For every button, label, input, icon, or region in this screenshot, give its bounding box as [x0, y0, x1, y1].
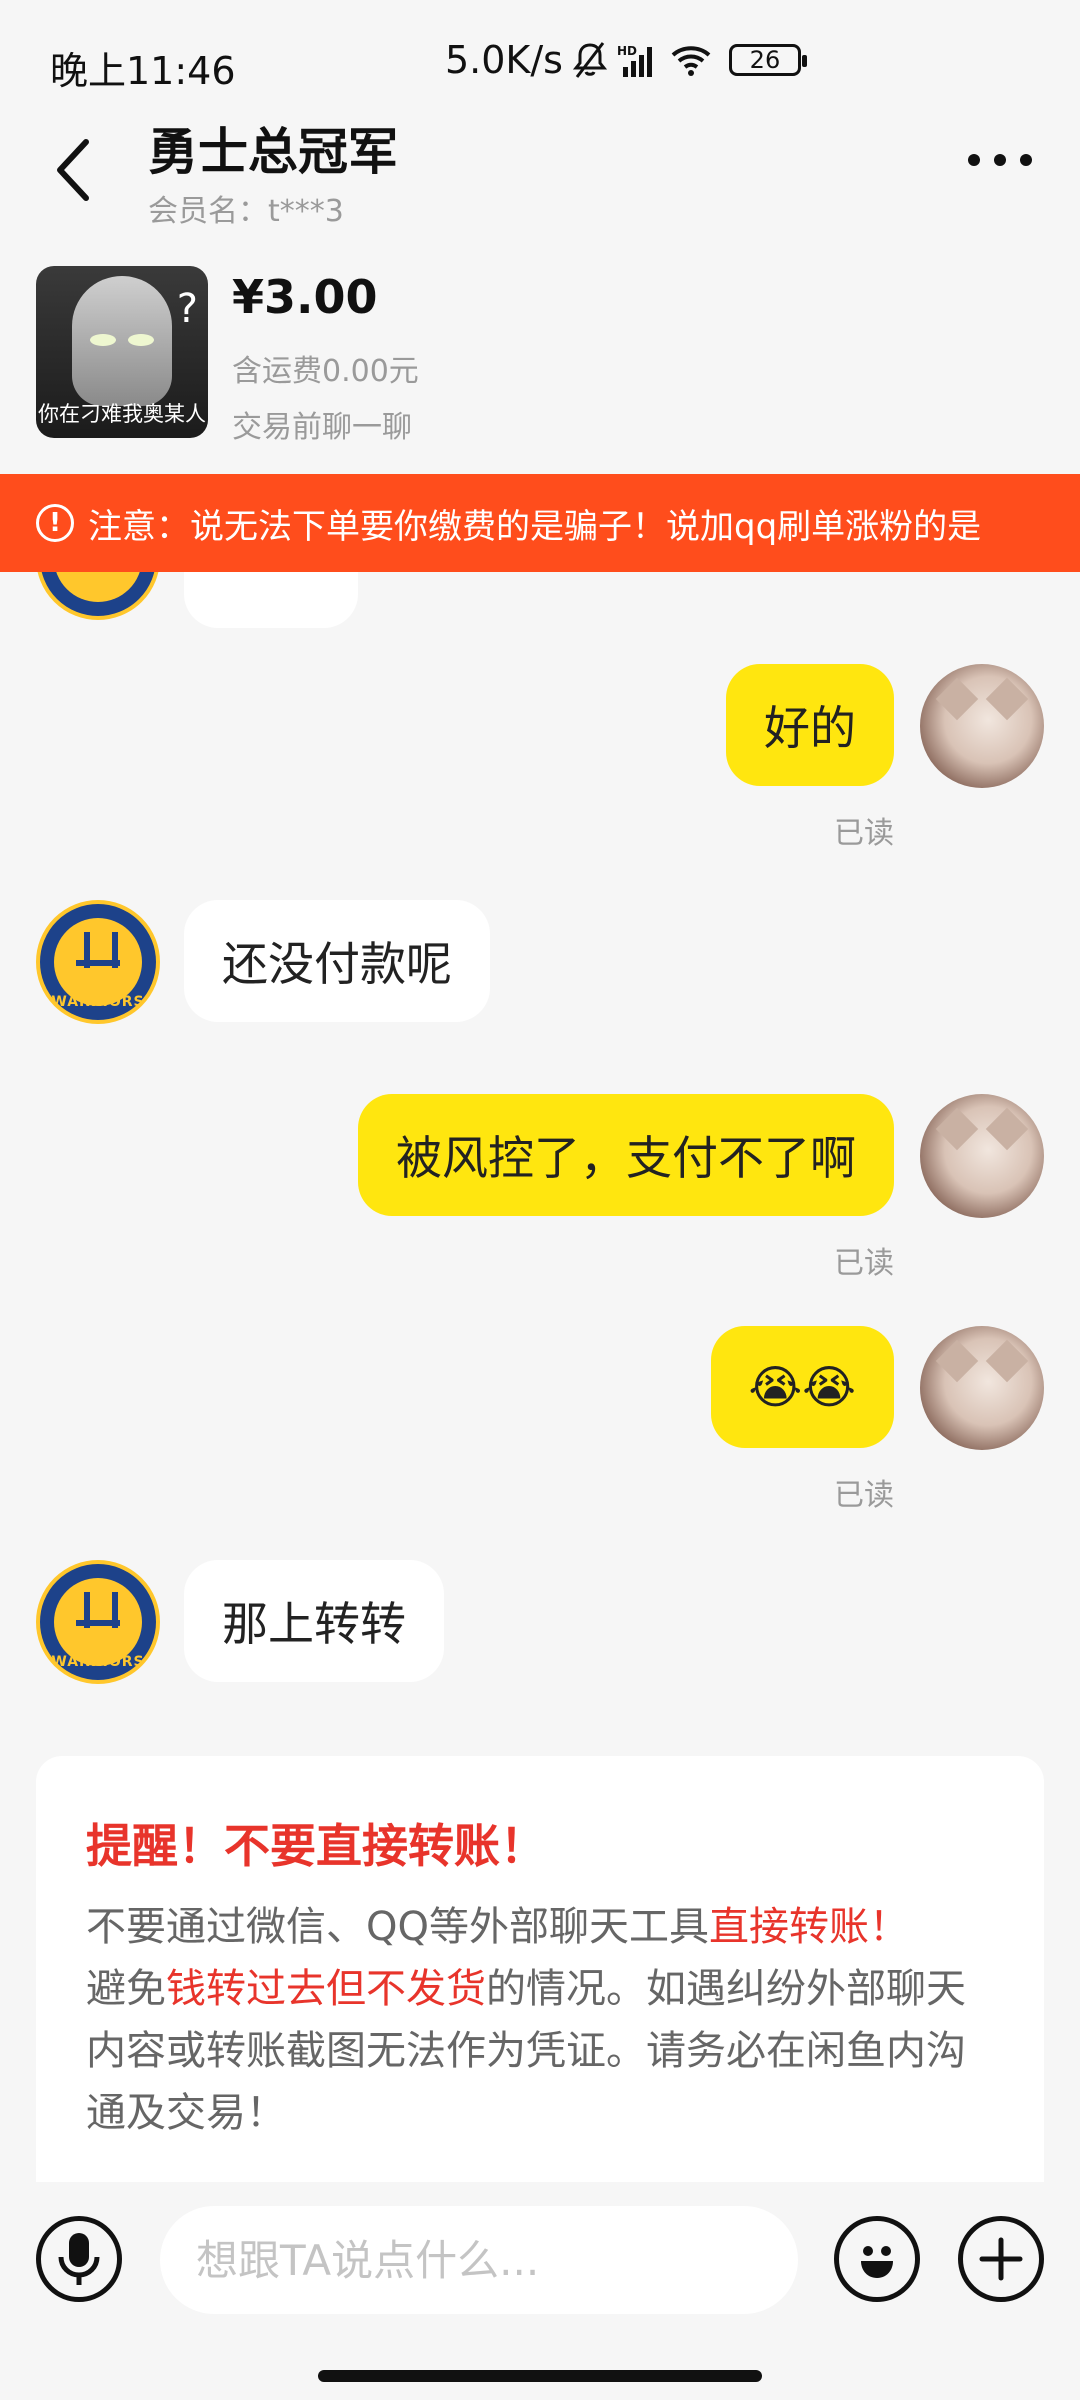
add-button[interactable]	[958, 2216, 1044, 2302]
reminder-body: 不要通过微信、QQ等外部聊天工具直接转账！ 避免钱转过去但不发货的情况。如遇纠纷…	[86, 1904, 966, 2136]
thumb-question-mark: ?	[176, 286, 198, 332]
message-bubble-other[interactable]: 还没付款呢	[184, 900, 490, 1022]
status-indicators: 5.0K/s HD 26	[445, 38, 807, 82]
home-indicator[interactable]	[318, 2370, 762, 2382]
network-speed: 5.0K/s	[445, 38, 563, 82]
product-price: ¥3.00	[232, 270, 378, 324]
more-button[interactable]	[960, 140, 1040, 180]
voice-button[interactable]	[36, 2216, 122, 2302]
smiley-icon	[861, 2246, 893, 2278]
chevron-left-icon	[57, 139, 89, 201]
eye-right	[128, 334, 154, 346]
warning-banner[interactable]: ! 注意：说无法下单要你缴费的是骗子！说加qq刷单涨粉的是	[0, 474, 1080, 572]
message-bubble-mine[interactable]: 被风控了，支付不了啊	[358, 1094, 894, 1216]
message-bubble-mine[interactable]: 😭😭	[710, 1326, 894, 1448]
product-thumbnail[interactable]: ? 你在刁难我奥某人	[36, 266, 208, 438]
alert-icon: !	[36, 504, 74, 542]
ultraman-face	[72, 276, 172, 406]
team-wordmark: WARRIORS	[51, 1654, 145, 1670]
wifi-icon	[671, 44, 711, 76]
member-name: 会员名：t***3	[148, 194, 344, 229]
avatar-seller[interactable]: WARRIORS	[36, 1560, 160, 1684]
avatar-seller[interactable]	[36, 572, 160, 620]
product-shipping: 含运费0.00元	[232, 354, 419, 389]
product-card[interactable]: ? 你在刁难我奥某人 ¥3.00 含运费0.00元 交易前聊一聊	[0, 260, 1080, 475]
avatar-me[interactable]	[920, 1094, 1044, 1218]
svg-text:HD: HD	[617, 44, 637, 58]
eye-left	[90, 334, 116, 346]
avatar-seller[interactable]: WARRIORS	[36, 900, 160, 1024]
battery-icon: 26	[728, 44, 807, 76]
team-wordmark: WARRIORS	[51, 994, 145, 1010]
product-chat-hint: 交易前聊一聊	[232, 410, 412, 445]
signal-icon: HD	[617, 43, 661, 77]
mute-bell-icon	[572, 41, 607, 79]
reminder-title: 提醒！不要直接转账！	[86, 1819, 546, 1873]
message-input[interactable]	[160, 2206, 798, 2314]
thumb-caption: 你在刁难我奥某人	[38, 402, 206, 426]
transfer-reminder-card: 提醒！不要直接转账！ 不要通过微信、QQ等外部聊天工具直接转账！ 避免钱转过去但…	[36, 1756, 1044, 2186]
emoji-button[interactable]	[834, 2216, 920, 2302]
page-title: 勇士总冠军	[148, 123, 398, 181]
status-time: 晚上11:46	[50, 49, 236, 93]
message-bubble-partial	[184, 572, 358, 628]
avatar-me[interactable]	[920, 664, 1044, 788]
chat-header: 勇士总冠军 会员名：t***3	[0, 100, 1080, 230]
read-receipt: 已读	[834, 1478, 894, 1513]
avatar-me[interactable]	[920, 1326, 1044, 1450]
warning-text: 注意：说无法下单要你缴费的是骗子！说加qq刷单涨粉的是	[88, 506, 982, 547]
message-bubble-mine[interactable]: 好的	[726, 664, 894, 786]
more-dots-icon	[968, 154, 1032, 166]
read-receipt: 已读	[834, 1246, 894, 1281]
input-bar	[0, 2182, 1080, 2338]
back-button[interactable]	[46, 130, 106, 210]
microphone-icon	[58, 2233, 100, 2285]
plus-icon	[979, 2237, 1023, 2281]
message-bubble-other[interactable]: 那上转转	[184, 1560, 444, 1682]
read-receipt: 已读	[834, 816, 894, 851]
